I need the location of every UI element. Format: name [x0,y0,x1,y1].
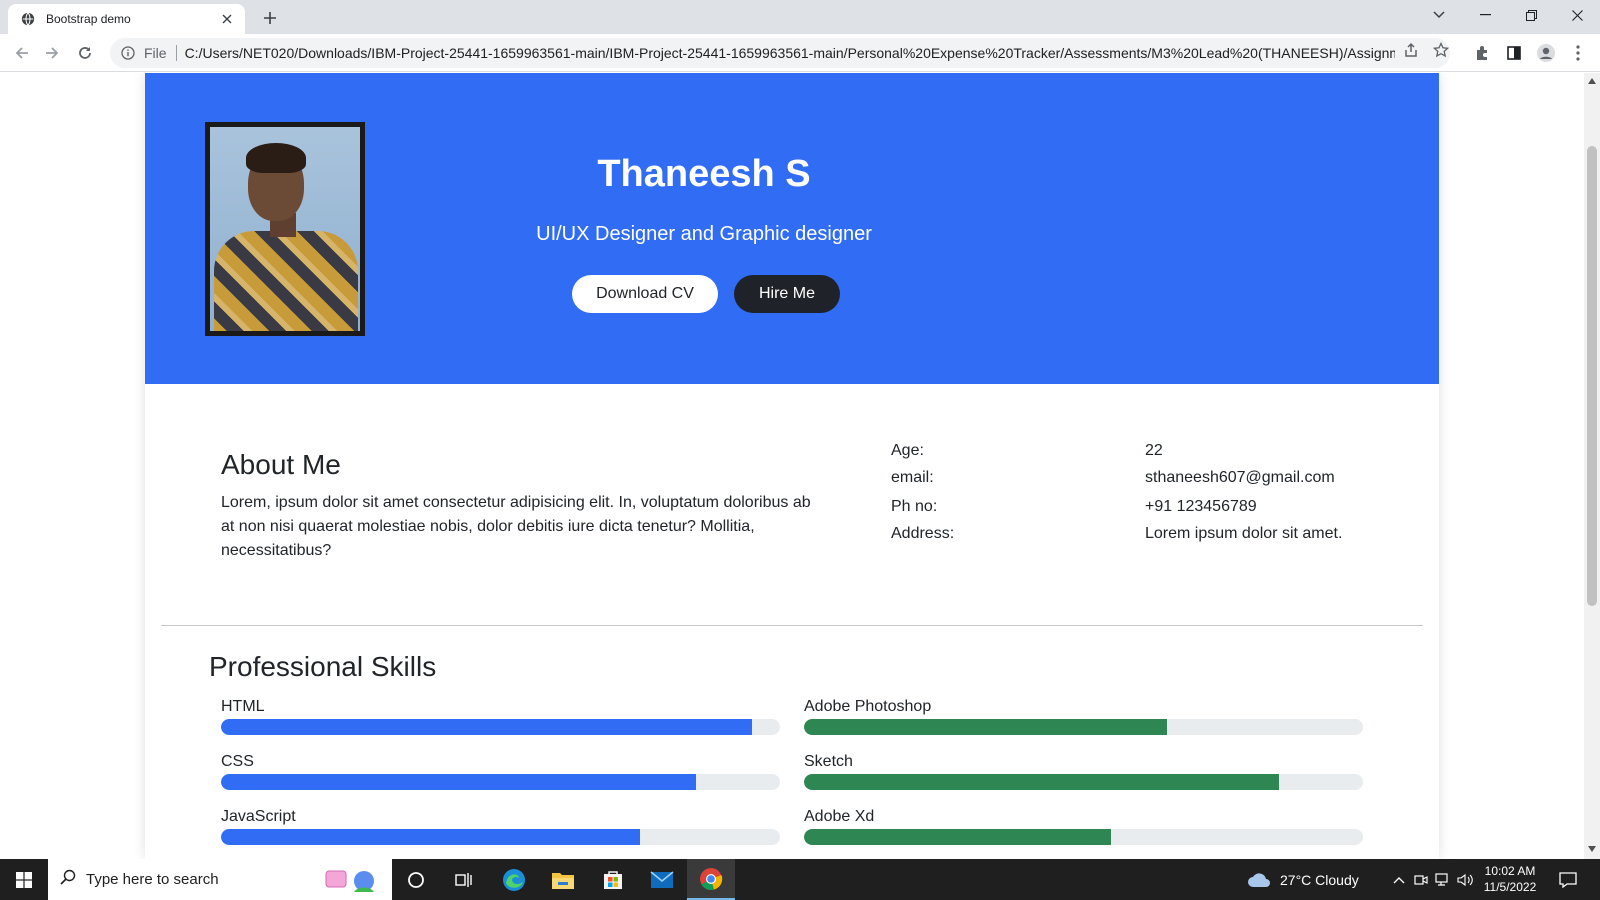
globe-icon [20,11,36,27]
info-value: 22 [1145,442,1163,459]
skill-css: CSS [221,751,780,790]
microsoft-store-icon[interactable] [589,859,637,900]
hero-job-title: UI/UX Designer and Graphic designer [536,223,872,245]
info-value: Lorem ipsum dolor sit amet. [1145,525,1343,542]
notifications-icon[interactable] [1548,859,1588,900]
clock-date: 11/5/2022 [1483,880,1537,894]
skill-adobe-photoshop: Adobe Photoshop [804,696,1363,735]
skill-progress-bar [804,829,1112,845]
skill-sketch: Sketch [804,751,1363,790]
restore-icon[interactable] [1508,0,1554,30]
taskbar-search-box[interactable]: Type here to search [48,859,392,900]
vertical-scrollbar[interactable] [1584,73,1600,859]
file-scheme-label: File [144,45,167,61]
skill-html: HTML [221,696,780,735]
page-viewport: Thaneesh S UI/UX Designer and Graphic de… [0,73,1584,859]
reload-icon[interactable] [73,41,97,65]
show-hidden-icons-icon[interactable] [1388,859,1410,900]
skill-adobe-xd: Adobe Xd [804,806,1363,845]
file-explorer-icon[interactable] [539,859,587,900]
scroll-up-icon[interactable] [1588,77,1596,85]
search-highlight-icon [324,868,380,897]
info-row-email: email: sthaneesh607@gmail.com [891,469,1391,493]
info-row-age: Age: 22 [891,442,1391,466]
scrollbar-thumb[interactable] [1587,146,1597,606]
skill-progress-bar [221,719,753,735]
profile-icon[interactable] [1534,41,1558,65]
chrome-icon[interactable] [687,859,735,900]
url-text[interactable]: C:/Users/NET020/Downloads/IBM-Project-25… [185,45,1395,61]
resume-container: Thaneesh S UI/UX Designer and Graphic de… [145,73,1439,859]
cortana-icon[interactable] [392,859,440,900]
back-icon[interactable] [10,41,34,65]
skill-label: Adobe Photoshop [804,698,932,715]
info-label: Ph no: [891,498,938,515]
new-tab-icon[interactable] [258,6,282,30]
skill-progress-track [221,719,780,735]
volume-icon[interactable] [1454,859,1476,900]
close-tab-icon[interactable] [219,11,235,27]
info-label: Age: [891,442,924,459]
minimize-icon[interactable] [1462,0,1508,30]
windows-taskbar: Type here to search 27°C Cloudy 10:02 AM… [0,859,1600,900]
browser-tab-strip: Bootstrap demo [0,0,1600,34]
forward-icon[interactable] [40,41,64,65]
search-icon [60,869,76,890]
hire-me-button[interactable]: Hire Me [734,275,840,313]
skill-label: HTML [221,698,265,715]
info-value: +91 123456789 [1145,498,1257,515]
scroll-down-icon[interactable] [1588,845,1596,853]
skill-label: CSS [221,753,254,770]
skill-javascript: JavaScript [221,806,780,845]
skills-heading: Professional Skills [209,651,437,682]
cloudy-weather-icon[interactable] [1244,859,1274,900]
skill-progress-track [804,774,1363,790]
skill-label: Sketch [804,753,853,770]
about-heading: About Me [221,449,341,480]
task-view-icon[interactable] [440,859,488,900]
taskbar-clock[interactable]: 10:02 AM 11/5/2022 [1475,863,1545,895]
meet-now-icon[interactable] [1410,859,1432,900]
about-text: Lorem, ipsum dolor sit amet consectetur … [221,494,811,559]
taskbar-search-placeholder: Type here to search [86,871,219,888]
address-separator [175,45,177,61]
info-value: sthaneesh607@gmail.com [1145,469,1335,486]
browser-tab[interactable]: Bootstrap demo [8,4,245,34]
address-bar[interactable]: File C:/Users/NET020/Downloads/IBM-Proje… [110,38,1450,68]
skill-progress-track [221,829,780,845]
skill-progress-track [804,829,1363,845]
info-icon[interactable] [120,45,136,61]
skill-progress-bar [804,719,1168,735]
info-row-phone: Ph no: +91 123456789 [891,498,1391,522]
bookmark-star-icon[interactable] [1432,41,1450,59]
share-icon[interactable] [1402,41,1420,59]
kebab-menu-icon[interactable] [1566,41,1590,65]
skill-progress-track [221,774,780,790]
hero-section: Thaneesh S UI/UX Designer and Graphic de… [145,73,1439,384]
tab-search-icon[interactable] [1416,0,1462,30]
mail-icon[interactable] [638,859,686,900]
extensions-icon[interactable] [1470,41,1494,65]
skill-label: JavaScript [221,808,296,825]
clock-time: 10:02 AM [1484,864,1536,878]
skill-progress-bar [804,774,1280,790]
skill-progress-bar [221,829,641,845]
skill-progress-track [804,719,1363,735]
download-cv-button[interactable]: Download CV [572,275,718,313]
side-panel-icon[interactable] [1502,41,1526,65]
info-label: email: [891,469,934,486]
network-icon[interactable] [1432,859,1454,900]
edge-browser-icon[interactable] [490,859,538,900]
info-label: Address: [891,525,955,542]
skill-progress-bar [221,774,697,790]
hero-name: Thaneesh S [597,153,811,195]
info-row-address: Address: Lorem ipsum dolor sit amet. [891,525,1391,549]
section-divider [161,625,1423,626]
close-window-icon[interactable] [1554,0,1600,30]
windows-start-icon[interactable] [0,859,48,900]
browser-toolbar: File C:/Users/NET020/Downloads/IBM-Proje… [0,34,1600,72]
tab-title: Bootstrap demo [46,12,131,26]
weather-text[interactable]: 27°C Cloudy [1280,859,1359,900]
skill-label: Adobe Xd [804,808,875,825]
